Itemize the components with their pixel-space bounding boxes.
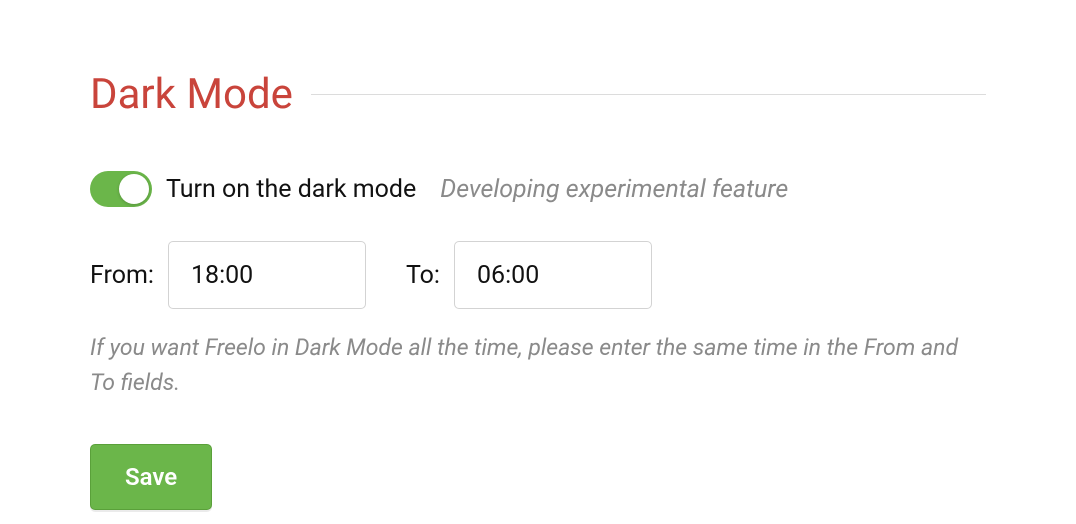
toggle-knob <box>119 174 149 204</box>
to-group: To: <box>406 241 652 309</box>
time-range-row: From: To: <box>90 241 986 309</box>
dark-mode-toggle[interactable] <box>90 171 152 207</box>
dark-mode-hint: Developing experimental feature <box>440 175 788 204</box>
dark-mode-toggle-row: Turn on the dark mode Developing experim… <box>90 171 986 207</box>
to-label: To: <box>406 261 440 290</box>
to-time-input[interactable] <box>454 241 652 309</box>
section-divider <box>311 94 986 95</box>
section-header: Dark Mode <box>90 70 986 119</box>
save-button[interactable]: Save <box>90 444 212 510</box>
help-text: If you want Freelo in Dark Mode all the … <box>90 331 970 400</box>
dark-mode-toggle-label: Turn on the dark mode <box>166 175 416 204</box>
section-title: Dark Mode <box>90 70 293 119</box>
from-label: From: <box>90 261 154 290</box>
from-time-input[interactable] <box>168 241 366 309</box>
